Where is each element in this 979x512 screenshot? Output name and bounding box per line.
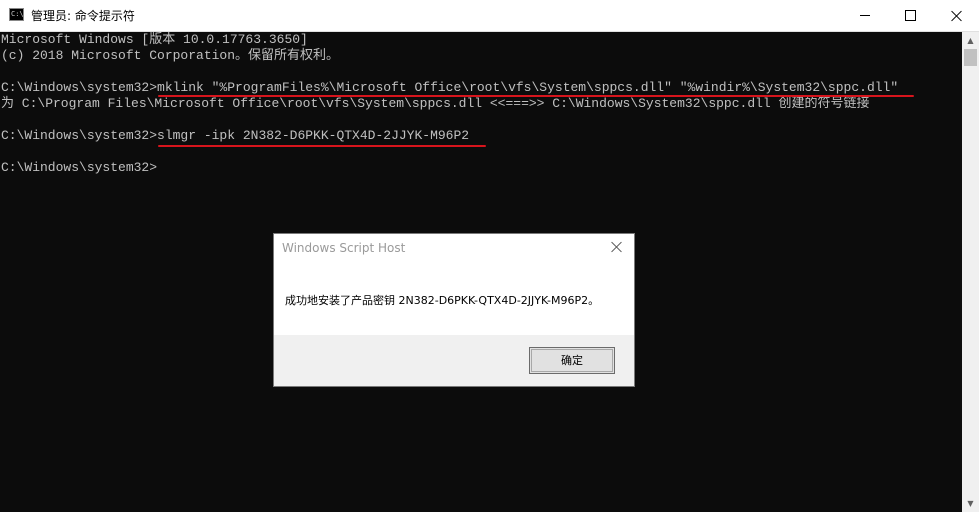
console-line: 为 C:\Program Files\Microsoft Office\root… — [1, 96, 870, 111]
console-line: C:\Windows\system32>mklink "%ProgramFile… — [1, 80, 899, 95]
command-prompt-window: C:\ 管理员: 命令提示符 Microsoft Windows [版本 10.… — [0, 0, 979, 512]
close-icon[interactable] — [610, 240, 624, 254]
scroll-up-icon[interactable]: ▲ — [962, 32, 979, 49]
console-line: C:\Windows\system32>slmgr -ipk 2N382-D6P… — [1, 128, 470, 143]
red-underline-slmgr — [158, 145, 486, 147]
close-icon — [951, 10, 962, 21]
minimize-button[interactable] — [842, 0, 888, 31]
title-bar[interactable]: C:\ 管理员: 命令提示符 — [0, 0, 979, 32]
script-host-dialog: Windows Script Host 成功地安装了产品密钥 2N382-D6P… — [273, 233, 635, 387]
console-line: C:\Windows\system32> — [1, 160, 158, 175]
close-button[interactable] — [933, 0, 979, 31]
red-underline-mklink — [158, 95, 914, 97]
console-line: (c) 2018 Microsoft Corporation。保留所有权利。 — [1, 48, 340, 63]
cmd-icon: C:\ — [9, 8, 24, 21]
scroll-down-icon[interactable]: ▼ — [962, 495, 979, 512]
minimize-icon — [860, 15, 870, 16]
window-title: 管理员: 命令提示符 — [31, 9, 135, 23]
console-line: Microsoft Windows [版本 10.0.17763.3650] — [1, 32, 308, 47]
scroll-thumb[interactable] — [964, 49, 977, 66]
maximize-icon — [904, 10, 916, 21]
cmd-icon-label: C:\ — [11, 10, 24, 18]
dialog-title: Windows Script Host — [282, 241, 406, 255]
vertical-scrollbar[interactable]: ▲ ▼ — [962, 32, 979, 512]
ok-button[interactable]: 确定 — [529, 347, 615, 374]
dialog-footer: 确定 — [274, 335, 634, 386]
dialog-message: 成功地安装了产品密钥 2N382-D6PKK-QTX4D-2JJYK-M96P2… — [285, 294, 600, 307]
maximize-button[interactable] — [887, 0, 933, 31]
